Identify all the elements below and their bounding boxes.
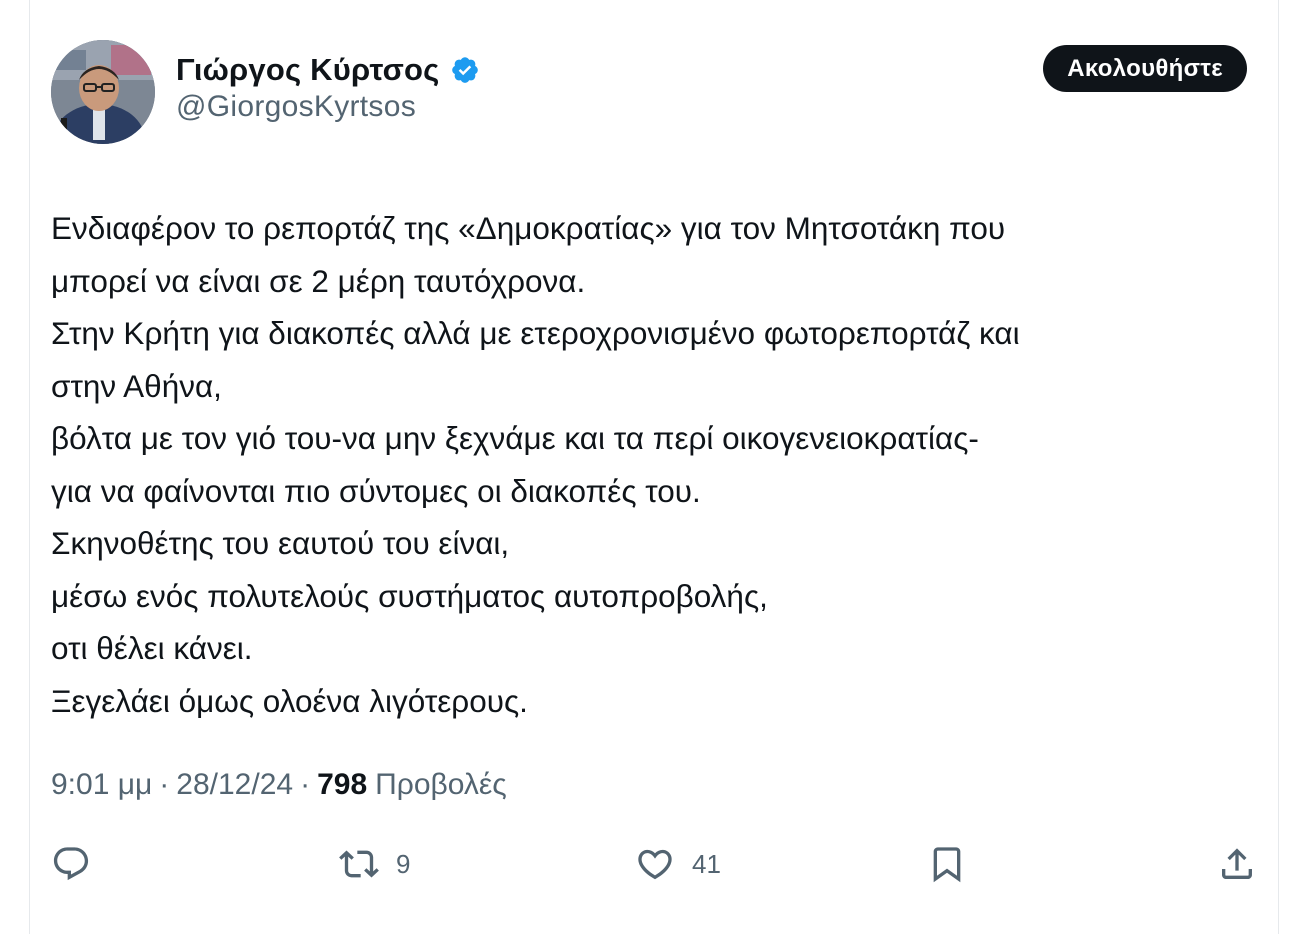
views-count: 798	[317, 768, 368, 801]
tweet-time[interactable]: 9:01 μμ	[51, 768, 152, 802]
avatar-image	[51, 40, 155, 144]
retweet-button[interactable]: 9	[339, 836, 410, 892]
tweet-card: Γιώργος Κύρτσος @GiorgosKyrtsos Ακολουθή…	[29, 0, 1279, 934]
meta-separator: ·	[159, 768, 170, 801]
tweet-text-line: μέσω ενός πολυτελούς συστήματος αυτοπροβ…	[51, 577, 768, 614]
like-count: 41	[692, 848, 721, 879]
tweet-text-line: Σκηνοθέτης του εαυτού του είναι,	[51, 525, 510, 561]
retweet-count: 9	[396, 848, 411, 879]
views-label: Προβολές	[375, 768, 507, 801]
verified-badge-icon	[450, 55, 480, 85]
tweet-text-line: Στην Κρήτη για διακοπές αλλά με ετεροχρο…	[51, 315, 1020, 351]
reply-button[interactable]	[51, 836, 91, 892]
bookmark-button[interactable]	[927, 836, 967, 892]
meta-separator: ·	[300, 768, 311, 801]
retweet-icon	[339, 850, 379, 878]
bookmark-icon	[933, 847, 961, 883]
tweet-date[interactable]: 28/12/24	[176, 768, 293, 802]
heart-icon	[638, 849, 672, 880]
tweet-text: Ενδιαφέρον το ρεπορτάζ της «Δημοκρατίας»…	[51, 202, 1256, 727]
author-name-row: Γιώργος Κύρτσος	[176, 50, 480, 90]
author-name[interactable]: Γιώργος Κύρτσος	[176, 52, 440, 88]
tweet-text-line: βόλτα με τον γιό του-να μην ξεχνάμε και …	[51, 420, 979, 456]
tweet-text-line: για να φαίνονται πιο σύντομες οι διακοπέ…	[51, 472, 701, 509]
share-icon	[1222, 848, 1252, 879]
follow-button[interactable]: Ακολουθήστε	[1043, 45, 1247, 92]
tweet-text-line: Ξεγελάει όμως ολοένα λιγότερους.	[51, 682, 528, 719]
avatar[interactable]	[51, 40, 155, 144]
author-handle[interactable]: @GiorgosKyrtsos	[176, 90, 416, 124]
share-button[interactable]	[1217, 836, 1257, 892]
tweet-meta: 9:01 μμ · 28/12/24 · 798 Προβολές	[51, 768, 507, 802]
reply-icon	[53, 847, 89, 881]
action-bar: 9 41	[51, 836, 1261, 892]
tweet-text-line: στην Αθήνα,	[51, 367, 222, 404]
like-button[interactable]: 41	[635, 836, 721, 892]
tweet-text-line: Ενδιαφέρον το ρεπορτάζ της «Δημοκρατίας»…	[51, 210, 1006, 246]
tweet-text-line: μπορεί να είναι σε 2 μέρη ταυτόχρονα.	[51, 262, 586, 299]
tweet-text-line: οτι θέλει κάνει.	[51, 630, 253, 666]
